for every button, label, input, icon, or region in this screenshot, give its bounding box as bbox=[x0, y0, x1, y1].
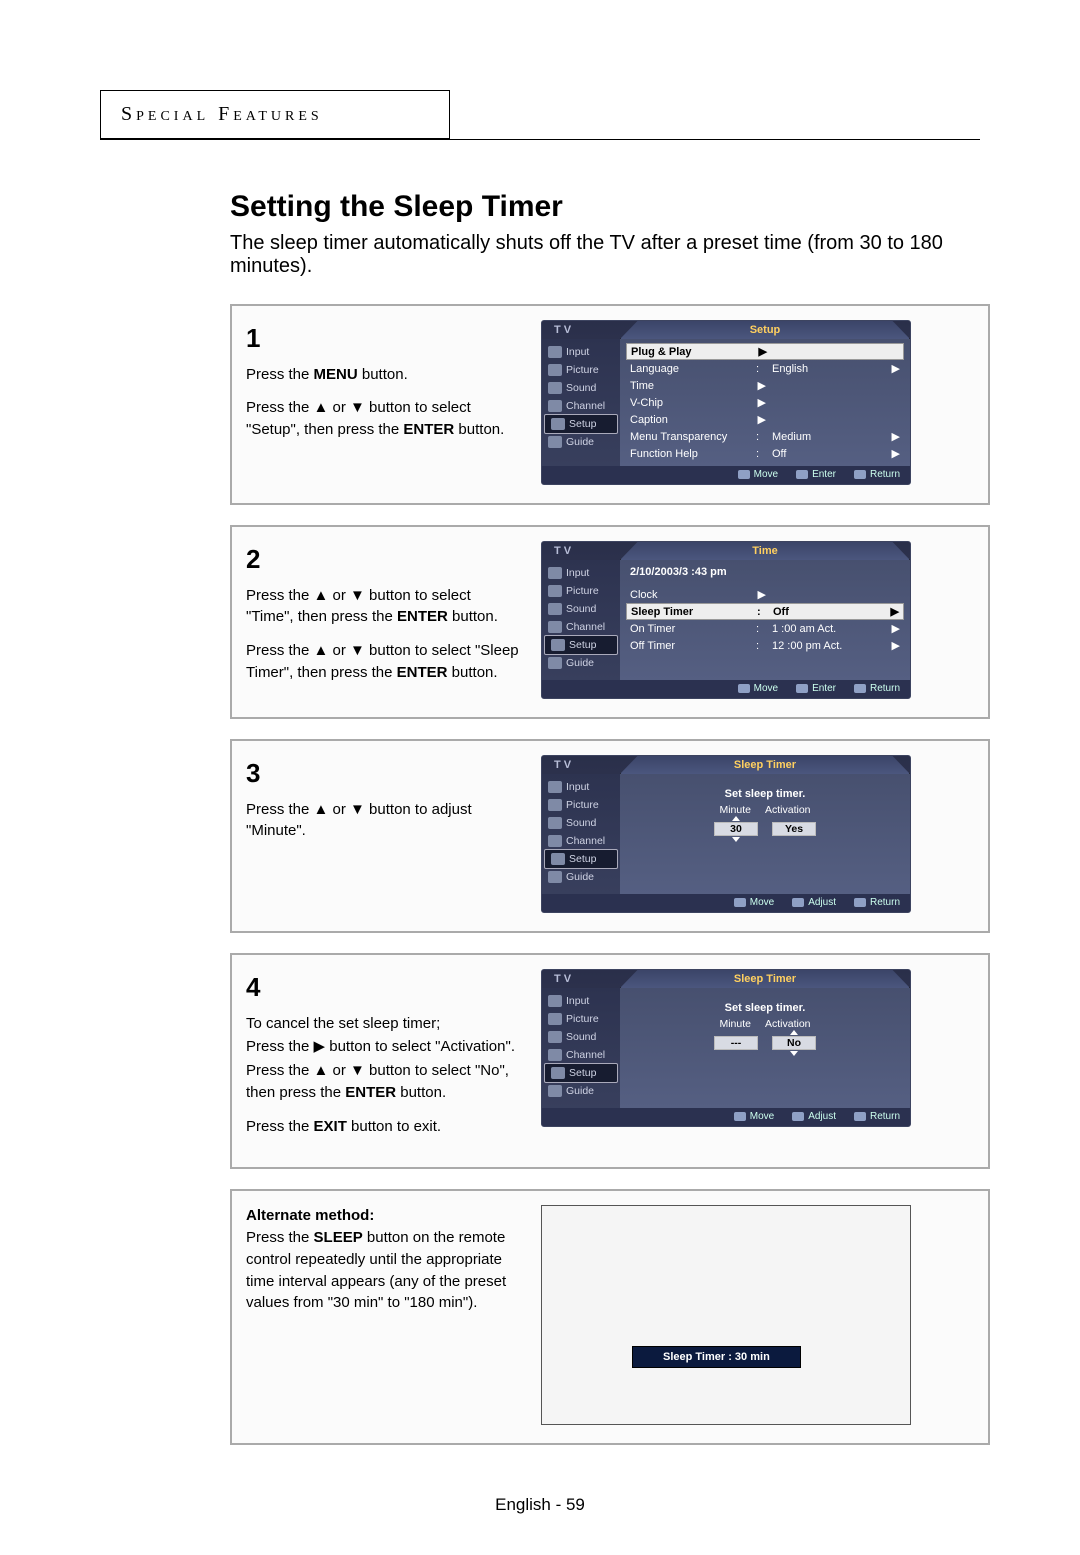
activation-value: Yes bbox=[772, 822, 816, 836]
sound-icon bbox=[548, 382, 562, 394]
page-footer: English - 59 bbox=[100, 1495, 980, 1515]
picture-icon bbox=[548, 799, 562, 811]
sidebar-item-sound: Sound bbox=[566, 382, 596, 394]
input-icon bbox=[548, 995, 562, 1007]
sound-icon bbox=[548, 603, 562, 615]
menu-title: Time bbox=[620, 542, 910, 560]
osd-setup-menu: T V Setup Input Picture Sound Channel Se… bbox=[541, 320, 911, 485]
sidebar-item-input: Input bbox=[566, 346, 589, 358]
picture-icon bbox=[548, 1013, 562, 1025]
minute-value: 30 bbox=[714, 822, 758, 836]
section-rule bbox=[100, 139, 980, 140]
col-minute: Minute bbox=[719, 804, 751, 816]
minute-value: --- bbox=[714, 1036, 758, 1050]
intro-text: The sleep timer automatically shuts off … bbox=[230, 232, 990, 278]
sleep-timer-headline: Set sleep timer. bbox=[628, 992, 902, 1018]
menu-title: Sleep Timer bbox=[620, 970, 910, 988]
step-number: 1 bbox=[246, 320, 521, 358]
setup-icon bbox=[551, 418, 565, 430]
setup-icon bbox=[551, 639, 565, 651]
input-icon bbox=[548, 346, 562, 358]
sound-icon bbox=[548, 817, 562, 829]
input-icon bbox=[548, 567, 562, 579]
sidebar-item-guide: Guide bbox=[566, 436, 594, 448]
guide-icon bbox=[548, 1085, 562, 1097]
sound-icon bbox=[548, 1031, 562, 1043]
osd-sleeptimer-menu: T V Sleep Timer Input Picture Sound Chan… bbox=[541, 755, 911, 913]
alternate-method-heading: Alternate method: bbox=[246, 1207, 374, 1224]
sleep-timer-headline: Set sleep timer. bbox=[628, 778, 902, 804]
step-2: 2 Press the ▲ or ▼ button to select "Tim… bbox=[230, 525, 990, 719]
step-1: 1 Press the MENU button. Press the ▲ or … bbox=[230, 304, 990, 505]
tv-label: T V bbox=[542, 321, 620, 339]
guide-icon bbox=[548, 657, 562, 669]
step-4: 4 To cancel the set sleep timer; Press t… bbox=[230, 953, 990, 1169]
sidebar-item-channel: Channel bbox=[566, 400, 605, 412]
osd-sleeptimer-cancel-menu: T V Sleep Timer Input Picture Sound Chan… bbox=[541, 969, 911, 1127]
channel-icon bbox=[548, 621, 562, 633]
step-number: 4 bbox=[246, 969, 521, 1007]
channel-icon bbox=[548, 400, 562, 412]
sidebar-item-picture: Picture bbox=[566, 364, 599, 376]
input-icon bbox=[548, 781, 562, 793]
col-activation: Activation bbox=[765, 804, 811, 816]
step-number: 2 bbox=[246, 541, 521, 579]
clock-readout: 2/10/2003/3 :43 pm bbox=[630, 566, 727, 578]
picture-icon bbox=[548, 585, 562, 597]
picture-icon bbox=[548, 364, 562, 376]
guide-icon bbox=[548, 871, 562, 883]
sleep-timer-banner: Sleep Timer : 30 min bbox=[632, 1346, 801, 1368]
foot-return: Return bbox=[854, 469, 900, 480]
step-alternate: Alternate method: Press the SLEEP button… bbox=[230, 1189, 990, 1445]
step-3: 3 Press the ▲ or ▼ button to adjust "Min… bbox=[230, 739, 990, 933]
page-title: Setting the Sleep Timer bbox=[230, 190, 990, 224]
step-number: 3 bbox=[246, 755, 521, 793]
tv-screen-preview: Sleep Timer : 30 min bbox=[541, 1205, 911, 1425]
setup-icon bbox=[551, 853, 565, 865]
osd-time-menu: T V Time Input Picture Sound Channel Set… bbox=[541, 541, 911, 699]
sidebar-item-setup: Setup bbox=[569, 418, 596, 430]
foot-enter: Enter bbox=[796, 469, 836, 480]
guide-icon bbox=[548, 436, 562, 448]
channel-icon bbox=[548, 1049, 562, 1061]
menu-sidebar: Input Picture Sound Channel Setup Guide bbox=[542, 339, 620, 466]
setup-icon bbox=[551, 1067, 565, 1079]
section-heading: Special Features bbox=[100, 90, 450, 139]
menu-title: Setup bbox=[620, 321, 910, 339]
activation-value: No bbox=[772, 1036, 816, 1050]
channel-icon bbox=[548, 835, 562, 847]
menu-title: Sleep Timer bbox=[620, 756, 910, 774]
foot-move: Move bbox=[738, 469, 778, 480]
